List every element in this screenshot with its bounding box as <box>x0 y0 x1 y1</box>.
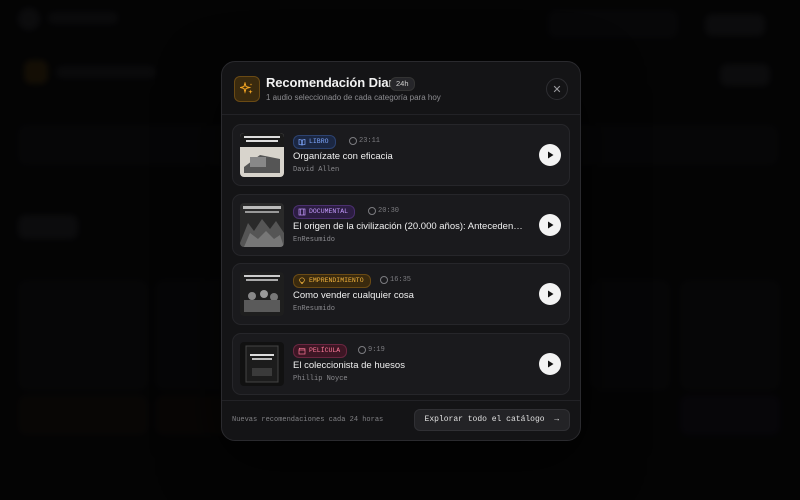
period-badge: 24h <box>390 77 415 91</box>
film-icon <box>298 208 306 215</box>
recommendation-list: LIBRO 23:11 Organízate con eficacia Davi… <box>232 124 570 402</box>
play-button[interactable] <box>539 283 561 305</box>
close-button[interactable]: ✕ <box>546 78 568 100</box>
play-icon <box>548 360 554 367</box>
daily-recommendation-modal: Recomendación Diaria 24h 1 audio selecci… <box>221 61 581 441</box>
clock-icon <box>358 345 366 354</box>
list-item[interactable]: PELÍCULA 9:19 El coleccionista de huesos… <box>232 332 570 395</box>
item-author: EnResumido <box>293 235 336 244</box>
item-title: El origen de la civilización (20.000 año… <box>293 220 525 232</box>
play-button[interactable] <box>539 352 561 375</box>
play-icon <box>548 151 554 159</box>
close-icon: ✕ <box>552 83 562 96</box>
explore-catalog-button[interactable]: Explorar todo el catálogo → <box>413 409 570 431</box>
play-button[interactable] <box>539 213 561 236</box>
cover-thumbnail <box>240 341 284 386</box>
modal-subtitle: 1 audio seleccionado de cada categoría p… <box>266 93 441 102</box>
clapperboard-icon <box>298 347 306 354</box>
category-badge: LIBRO <box>293 135 336 149</box>
category-badge: EMPRENDIMIENTO <box>293 274 371 288</box>
arrow-right-icon: → <box>549 415 559 424</box>
item-author: David Allen <box>293 166 340 174</box>
lightbulb-icon <box>299 277 305 284</box>
duration: 9:19 <box>358 344 385 356</box>
category-badge: PELÍCULA <box>293 343 348 358</box>
duration: 23:11 <box>349 135 380 147</box>
clock-icon <box>349 137 357 145</box>
book-icon <box>298 139 306 146</box>
cover-thumbnail <box>240 272 284 316</box>
play-icon <box>548 221 554 228</box>
divider <box>222 114 580 115</box>
item-author: EnResumido <box>293 305 336 313</box>
list-item[interactable]: DOCUMENTAL 20:30 El origen de la civiliz… <box>232 193 570 256</box>
list-item[interactable]: EMPRENDIMIENTO 16:35 Como vender cualqui… <box>232 263 570 325</box>
list-item[interactable]: LIBRO 23:11 Organízate con eficacia Davi… <box>232 124 570 186</box>
clock-icon <box>380 276 388 284</box>
clock-icon <box>368 206 376 215</box>
item-title: El coleccionista de huesos <box>293 359 405 371</box>
item-author: Phillip Noyce <box>293 374 348 383</box>
footer-note: Nuevas recomendaciones cada 24 horas <box>232 416 384 424</box>
modal-title: Recomendación Diaria <box>266 75 405 90</box>
play-icon <box>548 290 554 298</box>
duration: 16:35 <box>380 274 411 286</box>
divider <box>222 400 580 401</box>
category-badge: DOCUMENTAL <box>293 204 356 219</box>
modal-header: Recomendación Diaria 24h 1 audio selecci… <box>222 62 580 114</box>
duration: 20:30 <box>368 205 399 217</box>
item-title: Organízate con eficacia <box>293 151 393 162</box>
cover-thumbnail <box>240 133 284 177</box>
play-button[interactable] <box>539 144 561 166</box>
item-title: Como vender cualquier cosa <box>293 290 414 301</box>
sparkles-icon <box>234 76 260 102</box>
modal-footer: Nuevas recomendaciones cada 24 horas Exp… <box>222 402 580 440</box>
cover-thumbnail <box>240 202 284 247</box>
